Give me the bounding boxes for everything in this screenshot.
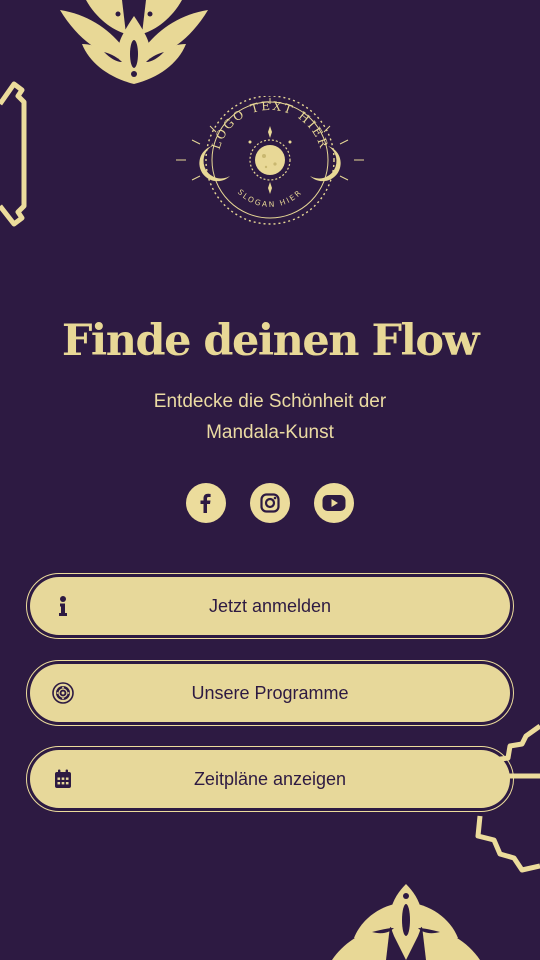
facebook-icon xyxy=(200,493,211,513)
mandala-icon xyxy=(52,682,74,704)
youtube-icon xyxy=(322,495,346,511)
register-button-label: Jetzt anmelden xyxy=(208,595,332,616)
facebook-button[interactable] xyxy=(186,483,226,523)
page-title: Finde deinen Flow xyxy=(61,316,480,366)
instagram-icon xyxy=(260,493,280,513)
svg-text:LOGO TEXT HIER: LOGO TEXT HIER xyxy=(209,99,332,151)
programs-button-label: Unsere Programme xyxy=(191,682,349,703)
programs-button-inner: Unsere Programme xyxy=(30,664,510,722)
brand-logo: LOGO TEXT HIER SLOGAN HIER xyxy=(170,95,370,228)
logo-top-text: LOGO TEXT HIER xyxy=(209,99,330,151)
schedules-button[interactable]: Zeitpläne anzeigen xyxy=(26,746,514,812)
subtitle-line-2: Mandala-Kunst xyxy=(206,422,334,443)
schedules-button-label: Zeitpläne anzeigen xyxy=(193,768,347,789)
page-subtitle: Entdecke die Schönheit der Mandala-Kunst xyxy=(120,386,420,448)
youtube-button[interactable] xyxy=(314,483,354,523)
register-button-inner: Jetzt anmelden xyxy=(30,577,510,635)
calendar-icon xyxy=(52,768,74,790)
info-icon xyxy=(52,595,74,617)
lotus-decoration-top xyxy=(60,0,208,84)
ornament-left xyxy=(0,81,27,227)
schedules-button-inner: Zeitpläne anzeigen xyxy=(30,750,510,808)
instagram-button[interactable] xyxy=(250,483,290,523)
programs-button[interactable]: Unsere Programme xyxy=(26,660,514,726)
register-button[interactable]: Jetzt anmelden xyxy=(26,573,514,639)
subtitle-line-1: Entdecke die Schönheit der xyxy=(153,391,387,412)
lotus-decoration-bottom xyxy=(332,884,480,960)
